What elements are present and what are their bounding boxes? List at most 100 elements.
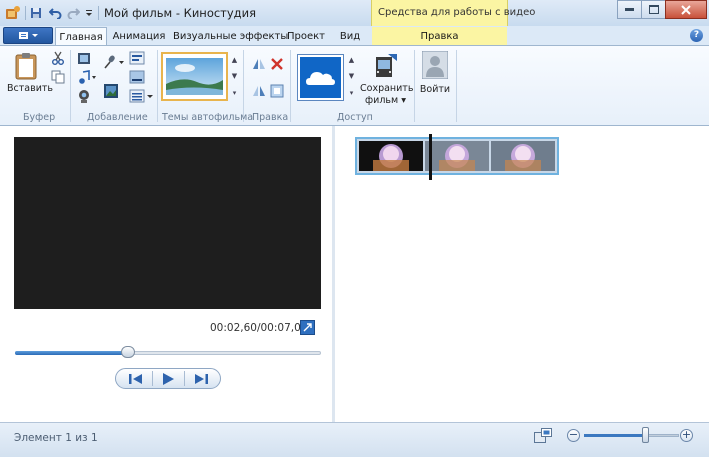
storyboard-video-clip[interactable] <box>355 137 559 175</box>
tab-label: Проект <box>286 31 325 42</box>
delete-x-icon <box>271 58 283 70</box>
pane-splitter[interactable] <box>332 126 335 422</box>
theme-gallery-scroll: ▲ ▼ ▾ <box>229 52 240 101</box>
title-separator <box>98 6 99 20</box>
play-button[interactable] <box>154 369 182 388</box>
clip-frame <box>425 141 489 171</box>
webcam-icon <box>79 90 89 103</box>
gallery-up-button[interactable]: ▲ <box>229 52 240 67</box>
gallery-more-button[interactable]: ▾ <box>229 85 240 100</box>
select-all-button[interactable] <box>270 84 284 98</box>
record-narration-button[interactable] <box>77 89 92 104</box>
add-video-button[interactable] <box>77 51 92 66</box>
maximize-button[interactable] <box>641 0 666 19</box>
snapshot-icon <box>104 84 118 98</box>
theme-thumbnail <box>166 58 223 95</box>
tab-label: Главная <box>59 32 103 43</box>
add-caption-button[interactable] <box>129 70 145 84</box>
share-gallery-scroll: ▲ ▼ ▾ <box>346 52 357 101</box>
help-icon[interactable]: ? <box>690 29 703 42</box>
group-label-edit: Правка <box>252 112 289 123</box>
add-title-button[interactable] <box>129 51 145 65</box>
tab-project[interactable]: Проект <box>284 27 328 46</box>
seek-thumb[interactable] <box>121 346 135 358</box>
clipboard-icon <box>15 53 37 80</box>
rotate-right-icon <box>253 86 265 96</box>
share-gallery-down-button[interactable]: ▼ <box>346 68 357 83</box>
group-separator <box>157 50 158 122</box>
tab-label: Правка <box>420 31 459 42</box>
group-separator <box>414 50 415 122</box>
zoom-in-button[interactable]: + <box>680 429 693 442</box>
paste-label: Вставить <box>7 83 54 94</box>
zoom-slider-thumb[interactable] <box>642 427 649 443</box>
scissors-icon <box>52 51 64 65</box>
paste-button[interactable]: Вставить <box>7 50 54 102</box>
select-all-icon <box>270 84 284 98</box>
previous-frame-button[interactable] <box>122 369 150 388</box>
tab-animation[interactable]: Анимация <box>111 27 167 46</box>
thumbnail-size-button[interactable] <box>534 428 552 443</box>
tab-label: Анимация <box>112 31 166 42</box>
zoom-slider-fill <box>584 434 645 437</box>
playback-timecode: 00:02,60/00:07,00 <box>210 322 308 334</box>
tab-label: Вид <box>339 31 361 42</box>
onedrive-share-button[interactable] <box>297 54 344 101</box>
movie-maker-app-icon[interactable] <box>4 4 22 21</box>
movie-maker-window: Мой фильм - Киностудия Средства для рабо… <box>0 0 709 457</box>
save-icon[interactable] <box>29 4 43 21</box>
add-credits-button[interactable] <box>129 89 155 103</box>
copy-button[interactable] <box>51 70 65 84</box>
add-music-button[interactable] <box>77 70 97 85</box>
microphone-icon <box>104 55 124 69</box>
video-tools-context-header: Средства для работы с видео <box>371 0 535 26</box>
title-separator <box>25 6 26 20</box>
group-label-share: Доступ <box>337 112 373 123</box>
add-video-icon <box>78 53 90 64</box>
snapshot-button[interactable] <box>103 83 119 99</box>
automovie-theme-default[interactable] <box>161 52 228 101</box>
storyboard-playhead[interactable] <box>429 134 432 180</box>
gallery-down-button[interactable]: ▼ <box>229 68 240 83</box>
group-label-clipboard: Буфер <box>23 112 56 123</box>
fullscreen-icon <box>300 320 315 335</box>
window-title: Мой фильм - Киностудия <box>104 6 257 20</box>
share-gallery-up-button[interactable]: ▲ <box>346 52 357 67</box>
close-button[interactable] <box>665 0 707 19</box>
sign-in-button[interactable]: Войти <box>419 51 451 97</box>
group-separator <box>290 50 291 122</box>
tab-visual-effects[interactable]: Визуальные эффекты <box>173 27 288 46</box>
cut-button[interactable] <box>51 51 65 65</box>
file-menu-button[interactable] <box>3 27 53 44</box>
redo-icon[interactable] <box>66 4 80 21</box>
next-frame-button[interactable] <box>187 369 215 388</box>
group-separator <box>456 50 457 122</box>
minimize-icon <box>625 8 634 11</box>
status-bar <box>0 422 709 457</box>
tab-label: Визуальные эффекты <box>173 31 289 42</box>
group-separator <box>70 50 71 122</box>
zoom-out-button[interactable]: − <box>567 429 580 442</box>
fullscreen-preview-button[interactable] <box>300 320 315 335</box>
minimize-button[interactable] <box>617 0 642 19</box>
control-divider <box>184 371 185 386</box>
video-preview[interactable] <box>14 137 321 309</box>
maximize-icon <box>648 5 659 14</box>
onedrive-icon <box>300 57 341 98</box>
credits-icon <box>129 89 153 103</box>
share-gallery-more-button[interactable]: ▾ <box>346 85 357 100</box>
undo-icon[interactable] <box>48 4 62 21</box>
rotate-left-button[interactable] <box>251 57 267 71</box>
record-audio-button[interactable] <box>101 54 126 69</box>
caption-icon <box>129 70 145 84</box>
tab-edit[interactable]: Правка <box>372 27 507 46</box>
customize-quick-access-icon[interactable] <box>84 4 94 21</box>
rotate-right-button[interactable] <box>251 84 267 98</box>
control-divider <box>152 371 153 386</box>
remove-button[interactable] <box>270 57 284 71</box>
save-movie-button[interactable]: Сохранить фильм ▾ <box>360 51 413 109</box>
tab-home[interactable]: Главная <box>55 27 107 46</box>
tab-view[interactable]: Вид <box>333 27 367 46</box>
clip-frame <box>491 141 555 171</box>
file-menu-icon <box>19 32 38 39</box>
